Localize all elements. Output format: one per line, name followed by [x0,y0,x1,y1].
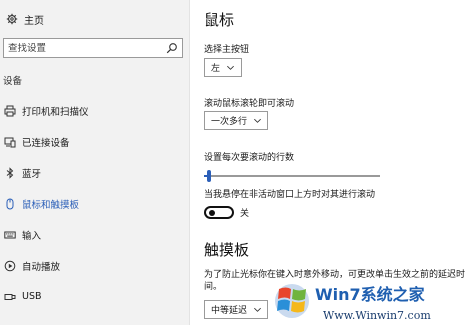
win7-watermark: Win7系统之家 Www.Winwin7.com [275,277,465,325]
sidebar-item-label: 自动播放 [22,261,61,273]
dropdown-value: 中等延迟 [211,306,248,316]
sidebar-item-bluetooth[interactable]: 蓝牙 [0,157,190,188]
sidebar-item-label: USB [22,291,42,302]
chevron-down-icon [254,118,261,123]
watermark-url: Www.Winwin7.com [323,309,431,322]
keyboard-icon [4,231,16,238]
sidebar-item-label: 打印机和扫描仪 [22,106,89,118]
sidebar-item-typing[interactable]: 输入 [0,219,190,250]
watermark-brand: Win7系统之家 [315,285,426,304]
bluetooth-icon [6,166,14,179]
mouse-icon [6,198,14,209]
gear-icon [6,13,18,25]
slider-thumb[interactable] [207,170,211,182]
windows-logo-icon [275,284,309,318]
slider-track [204,175,380,177]
home-label: 主页 [24,15,44,27]
usb-icon [4,293,16,300]
scroll-lines-label: 设置每次要滚动的行数 [204,153,295,163]
sidebar-item-printers[interactable]: 打印机和扫描仪 [0,95,190,126]
touchpad-delay-dropdown[interactable]: 中等延迟 [204,300,268,319]
scroll-mode-dropdown[interactable]: 一次多行 [204,111,268,130]
sidebar-item-label: 鼠标和触摸板 [22,199,80,211]
inactive-scroll-label: 当我悬停在非活动窗口上方时对其进行滚动 [204,190,376,200]
sidebar-item-usb[interactable]: USB [0,281,190,312]
sidebar: 主页 设备 打印机和扫描仪 已连接设备 [0,0,190,325]
printer-icon [4,105,16,116]
dropdown-value: 左 [211,64,221,74]
chevron-down-icon [227,65,234,70]
sidebar-item-label: 输入 [22,230,42,242]
sidebar-nav: 打印机和扫描仪 已连接设备 蓝牙 鼠标和触摸板 输入 自动播放 USB [0,95,190,312]
scroll-mode-label: 滚动鼠标滚轮即可滚动 [204,99,295,109]
sidebar-item-autoplay[interactable]: 自动播放 [0,250,190,281]
primary-button-label: 选择主按钮 [204,45,250,55]
chevron-down-icon [254,307,261,312]
connected-devices-icon [4,137,16,147]
toggle-knob [209,210,215,216]
search-input[interactable] [4,42,166,54]
home-nav-item[interactable]: 主页 [0,6,190,32]
dropdown-value: 一次多行 [211,117,248,127]
sidebar-item-connected-devices[interactable]: 已连接设备 [0,126,190,157]
touchpad-section-title: 触摸板 [204,241,250,259]
mouse-section-title: 鼠标 [204,11,235,29]
scroll-lines-slider[interactable] [204,170,380,182]
toggle-state-text: 关 [240,209,250,219]
autoplay-icon [4,260,16,271]
search-icon[interactable] [166,42,178,54]
primary-button-dropdown[interactable]: 左 [204,58,242,77]
search-box [3,38,183,58]
sidebar-item-mouse-touchpad[interactable]: 鼠标和触摸板 [0,188,190,219]
section-title: 设备 [3,76,23,87]
sidebar-item-label: 已连接设备 [22,137,70,149]
inactive-scroll-toggle[interactable] [204,206,234,219]
sidebar-item-label: 蓝牙 [22,168,42,180]
